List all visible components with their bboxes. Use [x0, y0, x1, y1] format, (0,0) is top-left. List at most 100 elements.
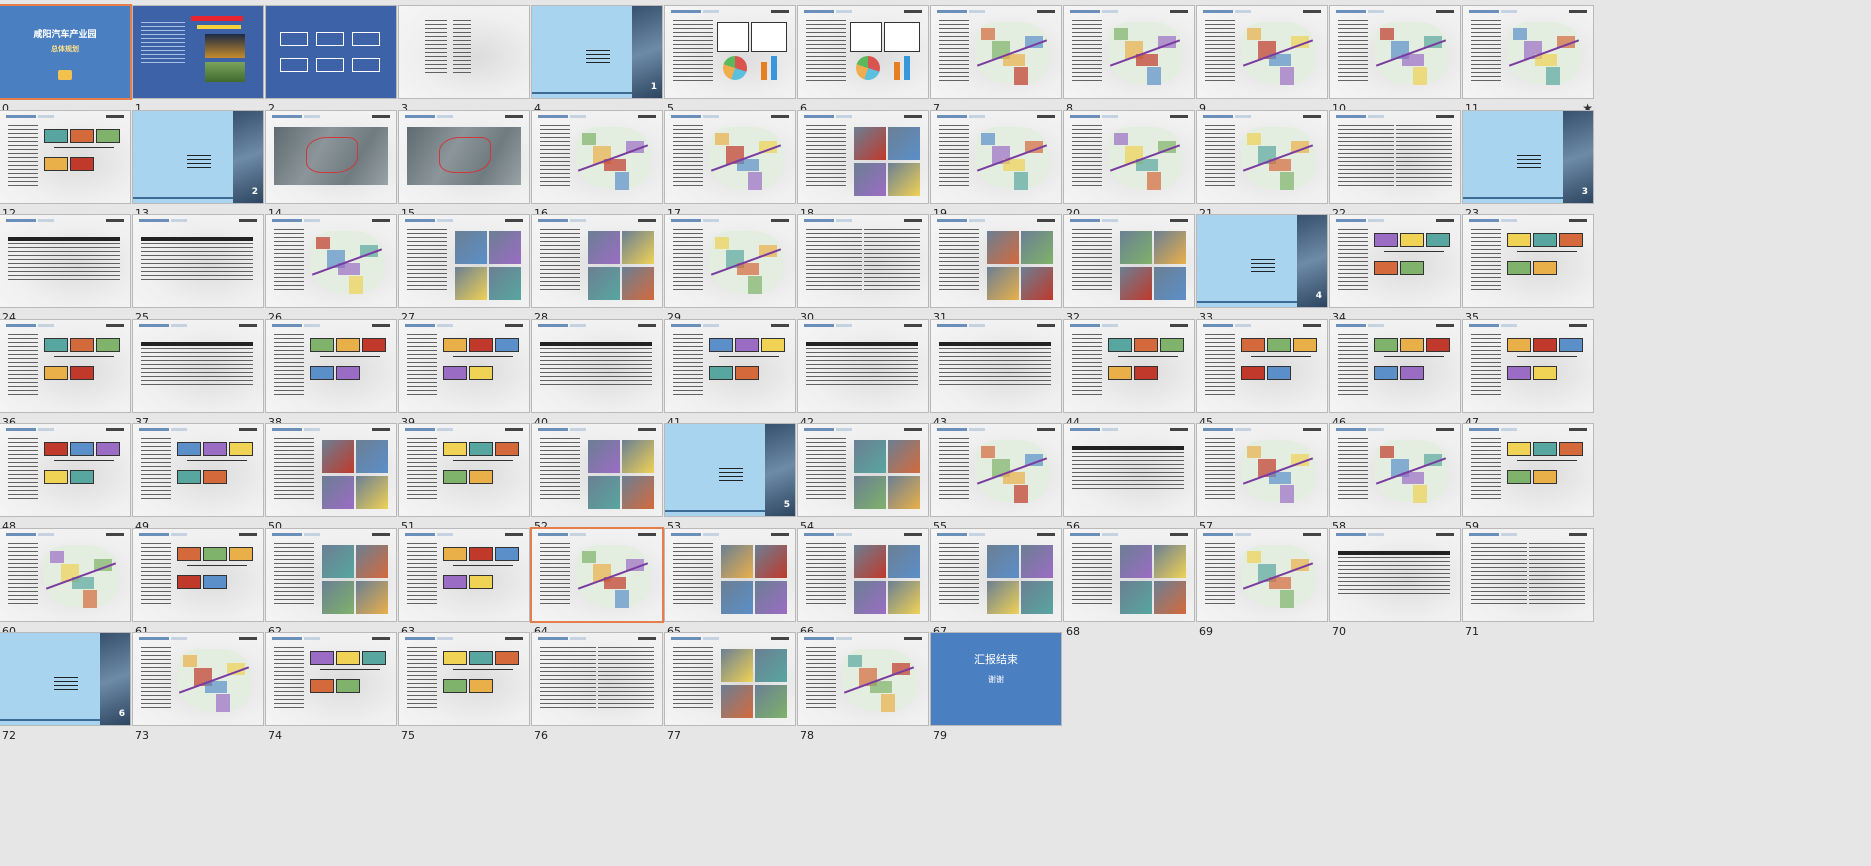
slide-thumbnail[interactable] [1463, 528, 1593, 621]
slide-thumbnail[interactable] [1064, 215, 1194, 307]
plan-zone [316, 237, 330, 249]
slide-thumbnail[interactable] [399, 633, 529, 725]
slide-thumbnail[interactable] [1330, 528, 1460, 621]
section-title-lines [1517, 154, 1541, 169]
slide-thumbnail[interactable] [399, 215, 529, 307]
slide-thumbnail[interactable] [798, 110, 928, 203]
slide-thumbnail[interactable] [0, 319, 130, 412]
slide-thumbnail[interactable] [665, 110, 795, 203]
slide-thumbnail[interactable] [798, 319, 928, 412]
slide-thumbnail[interactable] [1463, 215, 1593, 307]
slide-thumbnail[interactable] [399, 424, 529, 516]
slide-thumbnail[interactable] [1197, 528, 1327, 621]
slide-thumbnail[interactable] [532, 110, 662, 203]
slide-thumbnail-cell[interactable]: 71 [1463, 528, 1593, 653]
slide-thumbnail[interactable] [0, 528, 130, 621]
slide-thumbnail[interactable]: 汇报结束 谢谢 [931, 633, 1061, 725]
slide-thumbnail[interactable] [1330, 6, 1460, 98]
slide-thumbnail[interactable] [1330, 319, 1460, 412]
slide-thumbnail[interactable] [266, 633, 396, 725]
slide-thumbnail[interactable] [133, 6, 263, 98]
slide-thumbnail[interactable] [1330, 424, 1460, 516]
slide-thumbnail[interactable] [399, 110, 529, 203]
slide-thumbnail[interactable] [0, 110, 130, 203]
slide-thumbnail[interactable] [266, 528, 396, 621]
slide-thumbnail[interactable] [532, 633, 662, 725]
slide-thumbnail[interactable] [532, 528, 662, 621]
slide-thumbnail-cell[interactable]: 68 [1064, 528, 1194, 653]
slide-thumbnail[interactable] [399, 6, 529, 98]
slide-thumbnail[interactable] [1197, 6, 1327, 98]
slide-thumbnail[interactable] [1330, 215, 1460, 307]
slide-thumbnail[interactable] [1330, 110, 1460, 203]
slide-thumbnail-cell[interactable]: 69 [1197, 528, 1327, 653]
slide-header-tag [239, 428, 257, 431]
slide-thumbnail-cell[interactable]: 74 [266, 633, 396, 757]
slide-thumbnail[interactable] [133, 424, 263, 516]
slide-header-tag [638, 532, 656, 536]
slide-thumbnail[interactable] [798, 6, 928, 98]
slide-thumbnail[interactable] [1197, 424, 1327, 516]
slide-thumbnail[interactable]: 5 [665, 424, 795, 516]
slide-thumbnail[interactable]: 1 [532, 6, 662, 98]
slide-thumbnail[interactable] [798, 424, 928, 516]
slide-thumbnail[interactable] [1463, 319, 1593, 412]
slide-thumbnail-cell[interactable]: 73 [133, 633, 263, 757]
slide-thumbnail[interactable] [1064, 424, 1194, 516]
slide-logo-accent [1501, 10, 1517, 13]
slide-thumbnail[interactable] [798, 528, 928, 621]
slide-thumbnail[interactable]: 2 [133, 110, 263, 203]
slide-thumbnail[interactable] [798, 215, 928, 307]
slide-thumbnail[interactable] [1064, 319, 1194, 412]
photo [721, 685, 753, 718]
slide-thumbnail[interactable] [266, 6, 396, 98]
slide-thumbnail[interactable] [931, 215, 1061, 307]
slide-thumbnail[interactable]: 咸阳汽车产业园 总体规划 [0, 6, 130, 98]
section-title-lines [719, 468, 743, 482]
slide-thumbnail[interactable] [1197, 110, 1327, 203]
slide-thumbnail[interactable] [399, 528, 529, 621]
slide-thumbnail[interactable] [931, 110, 1061, 203]
slide-thumbnail[interactable]: 6 [0, 633, 130, 725]
slide-thumbnail[interactable] [133, 319, 263, 412]
slide-thumbnail[interactable] [532, 319, 662, 412]
slide-thumbnail[interactable] [1197, 319, 1327, 412]
slide-thumbnail[interactable] [798, 633, 928, 725]
slide-thumbnail[interactable] [133, 528, 263, 621]
slide-thumbnail[interactable] [0, 215, 130, 307]
slide-thumbnail-cell[interactable]: 77 [665, 633, 795, 757]
slide-thumbnail[interactable] [665, 633, 795, 725]
slide-thumbnail-cell[interactable]: 6 72 [0, 633, 130, 757]
slide-thumbnail[interactable] [665, 215, 795, 307]
slide-thumbnail[interactable] [133, 215, 263, 307]
slide-thumbnail-cell[interactable]: 75 [399, 633, 529, 757]
slide-thumbnail-cell[interactable]: 70 [1330, 528, 1460, 653]
slide-thumbnail[interactable] [399, 319, 529, 412]
slide-thumbnail[interactable] [931, 528, 1061, 621]
slide-thumbnail[interactable] [1463, 6, 1593, 98]
slide-thumbnail[interactable]: 3 [1463, 110, 1593, 203]
slide-thumbnail[interactable] [1064, 110, 1194, 203]
diagram-node [1374, 261, 1398, 275]
slide-thumbnail[interactable] [532, 215, 662, 307]
slide-thumbnail[interactable] [133, 633, 263, 725]
slide-thumbnail[interactable] [931, 424, 1061, 516]
slide-thumbnail-cell[interactable]: 78 [798, 633, 928, 757]
slide-thumbnail[interactable] [665, 319, 795, 412]
slide-thumbnail[interactable] [931, 319, 1061, 412]
slide-thumbnail[interactable] [1463, 424, 1593, 516]
slide-thumbnail[interactable] [266, 110, 396, 203]
slide-thumbnail[interactable] [266, 215, 396, 307]
slide-thumbnail[interactable] [266, 319, 396, 412]
slide-thumbnail[interactable] [532, 424, 662, 516]
slide-thumbnail-cell[interactable]: 76 [532, 633, 662, 757]
slide-thumbnail[interactable]: 4 [1197, 215, 1327, 307]
slide-thumbnail-cell[interactable]: 汇报结束 谢谢 79 [931, 633, 1061, 757]
slide-thumbnail[interactable] [266, 424, 396, 516]
slide-thumbnail[interactable] [1064, 528, 1194, 621]
slide-thumbnail[interactable] [931, 6, 1061, 98]
slide-thumbnail[interactable] [0, 424, 130, 516]
slide-thumbnail[interactable] [665, 528, 795, 621]
slide-thumbnail[interactable] [665, 6, 795, 98]
slide-thumbnail[interactable] [1064, 6, 1194, 98]
